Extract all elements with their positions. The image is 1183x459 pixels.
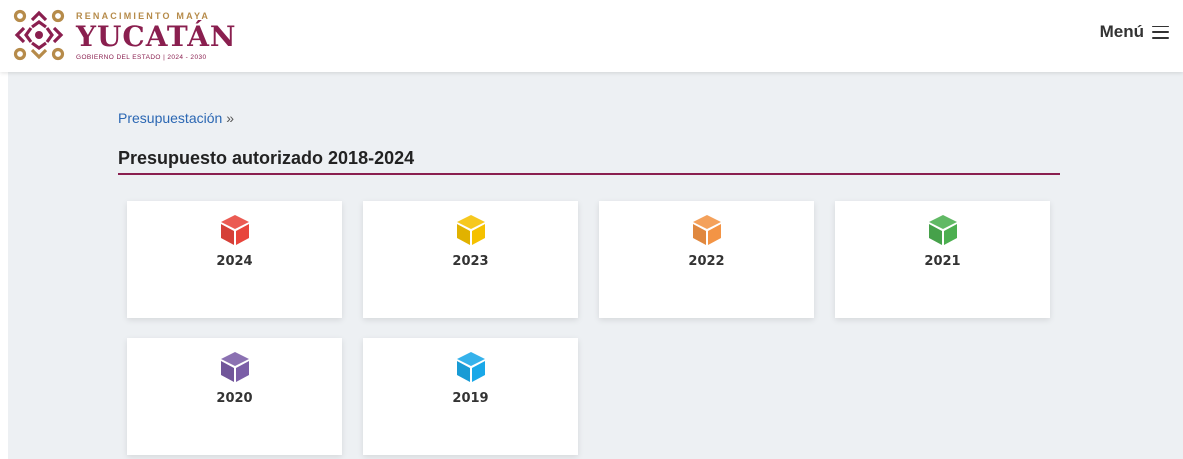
site-logo[interactable]: RENACIMIENTO MAYA YUCATÁN GOBIERNO DEL E… (12, 8, 237, 62)
site-header: RENACIMIENTO MAYA YUCATÁN GOBIERNO DEL E… (0, 0, 1183, 72)
year-card-2021[interactable]: 2021 (835, 201, 1050, 318)
menu-label: Menú (1099, 22, 1144, 41)
year-card-label: 2024 (216, 254, 253, 269)
breadcrumb-separator: » (226, 110, 234, 126)
title-divider (118, 173, 1060, 175)
year-card-label: 2023 (452, 254, 489, 269)
main-content: Presupuestación » Presupuesto autorizado… (8, 72, 1183, 459)
year-card-2024[interactable]: 2024 (127, 201, 342, 318)
year-card-2020[interactable]: 2020 (127, 338, 342, 455)
year-card-label: 2019 (452, 391, 489, 406)
year-card-2019[interactable]: 2019 (363, 338, 578, 455)
menu-button[interactable]: Menú (1100, 22, 1169, 42)
year-card-2023[interactable]: 2023 (363, 201, 578, 318)
cube-icon (456, 215, 485, 245)
year-card-label: 2022 (688, 254, 725, 269)
cube-icon (928, 215, 957, 245)
hamburger-icon (1152, 25, 1169, 39)
year-card-label: 2020 (216, 391, 253, 406)
breadcrumb-link-presupuestacion[interactable]: Presupuestación (118, 110, 222, 126)
year-card-2022[interactable]: 2022 (599, 201, 814, 318)
cube-icon (220, 215, 249, 245)
logo-name: YUCATÁN (76, 19, 237, 53)
cube-icon (692, 215, 721, 245)
page-title: Presupuesto autorizado 2018-2024 (118, 148, 415, 168)
breadcrumb: Presupuestación » (118, 110, 234, 126)
cube-icon (220, 352, 249, 382)
cube-icon (456, 352, 485, 382)
year-card-label: 2021 (924, 254, 961, 269)
logo-subtitle: GOBIERNO DEL ESTADO | 2024 - 2030 (76, 53, 207, 61)
yucatan-emblem-icon (13, 9, 65, 61)
